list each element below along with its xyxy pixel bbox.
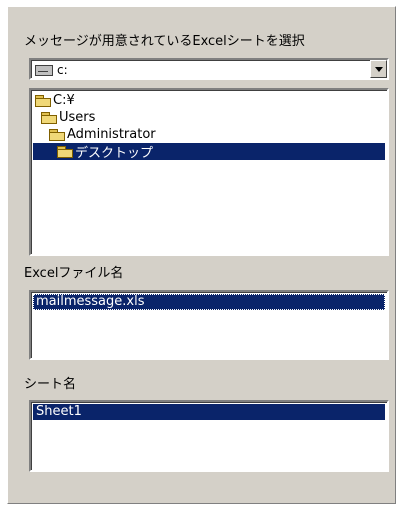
- tree-item-users[interactable]: Users: [41, 109, 95, 126]
- sheet-listbox[interactable]: Sheet1: [29, 400, 389, 472]
- tree-item-c-drive[interactable]: C:¥: [35, 92, 75, 109]
- folder-tree[interactable]: C:¥ Users Administrator デスクトップ: [29, 88, 389, 256]
- folder-open-icon: [41, 112, 57, 124]
- dropdown-arrow-button[interactable]: [370, 60, 387, 78]
- folder-open-icon: [35, 95, 51, 107]
- folder-open-icon: [57, 146, 73, 158]
- drive-value: c:: [35, 62, 68, 78]
- folder-open-icon: [49, 129, 65, 141]
- tree-item-desktop[interactable]: デスクトップ: [33, 143, 385, 161]
- drive-icon: [35, 64, 53, 76]
- tree-item-label: デスクトップ: [75, 146, 154, 161]
- excel-file-listbox[interactable]: mailmessage.xls: [29, 290, 389, 360]
- list-item[interactable]: mailmessage.xls: [33, 294, 385, 310]
- drive-label: c:: [57, 63, 68, 77]
- sheet-name-label: シート名: [24, 377, 77, 392]
- tree-item-label: Administrator: [67, 127, 156, 142]
- excel-file-name-label: Excelファイル名: [24, 266, 124, 281]
- tree-item-label: Users: [59, 110, 96, 125]
- chevron-down-icon: [374, 66, 383, 72]
- tree-item-administrator[interactable]: Administrator: [49, 126, 156, 143]
- list-item[interactable]: Sheet1: [33, 404, 385, 420]
- drive-combobox[interactable]: c:: [29, 58, 389, 80]
- tree-item-label: C:¥: [53, 93, 75, 108]
- excel-sheet-select-label: メッセージが用意されているExcelシートを選択: [24, 34, 305, 49]
